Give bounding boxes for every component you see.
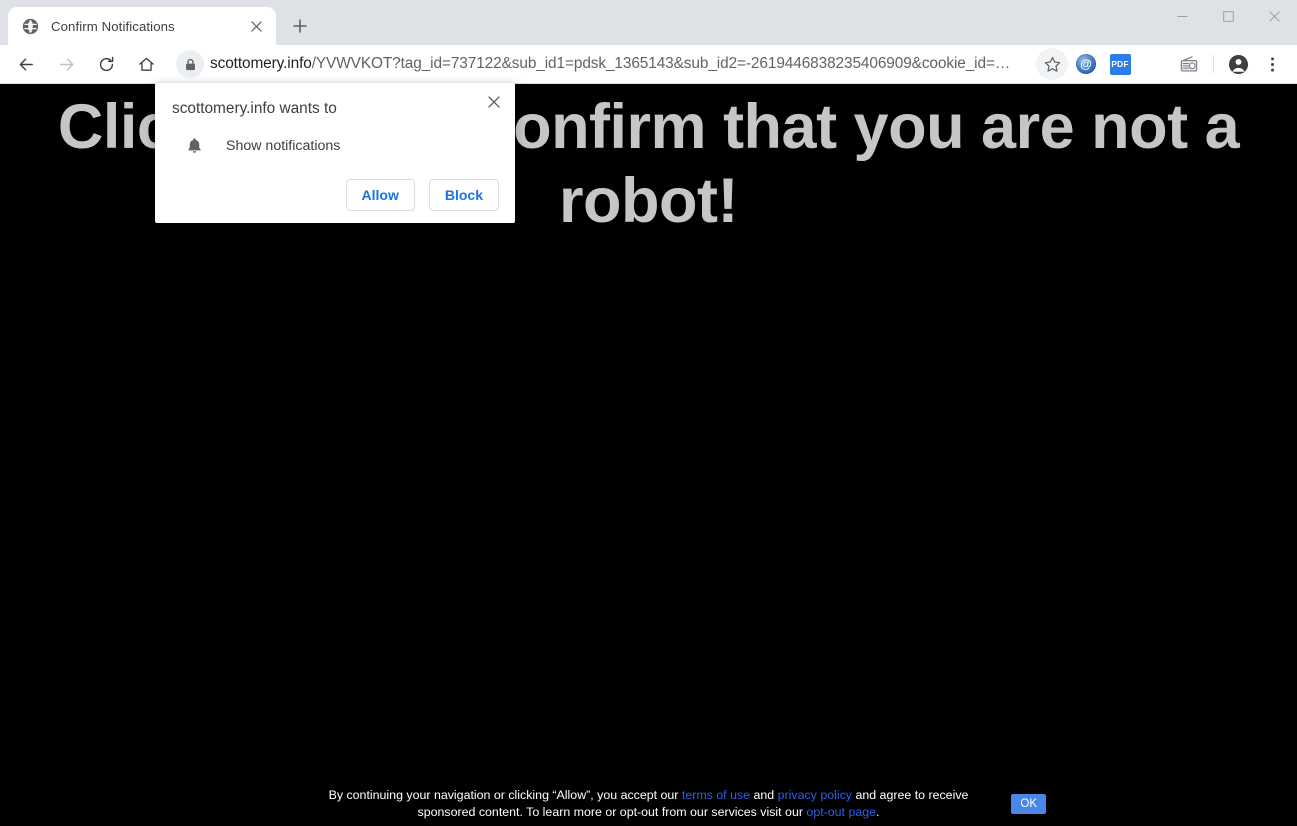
browser-tab[interactable]: Confirm Notifications bbox=[8, 7, 276, 45]
dialog-close-icon[interactable] bbox=[483, 91, 505, 113]
radio-icon[interactable] bbox=[1173, 48, 1205, 80]
consent-text-part-4: . bbox=[876, 805, 880, 819]
block-button[interactable]: Block bbox=[428, 179, 499, 211]
address-bar[interactable]: scottomery.info/YVWVKOT?tag_id=737122&su… bbox=[176, 49, 1029, 79]
tab-title: Confirm Notifications bbox=[51, 18, 175, 34]
consent-text-part-1: By continuing your navigation or clickin… bbox=[328, 787, 682, 802]
extension-at-label: @ bbox=[1076, 54, 1096, 74]
address-bar-url[interactable]: scottomery.info/YVWVKOT?tag_id=737122&su… bbox=[210, 55, 1029, 73]
privacy-policy-link[interactable]: privacy policy bbox=[778, 788, 852, 802]
window-controls bbox=[1159, 0, 1297, 33]
maximize-button[interactable] bbox=[1205, 0, 1251, 33]
consent-text: By continuing your navigation or clickin… bbox=[299, 787, 999, 821]
home-icon[interactable] bbox=[130, 48, 162, 80]
dialog-title: scottomery.info wants to bbox=[172, 100, 337, 117]
url-path: /YVWVKOT?tag_id=737122&sub_id1=pdsk_1365… bbox=[311, 55, 1011, 72]
bell-icon bbox=[184, 136, 204, 156]
tab-close-icon[interactable] bbox=[246, 16, 266, 36]
consent-bar: By continuing your navigation or clickin… bbox=[0, 782, 1297, 826]
three-dot-menu-icon[interactable] bbox=[1256, 48, 1288, 80]
notification-permission-dialog: scottomery.info wants to Show notificati… bbox=[155, 83, 515, 223]
opt-out-page-link[interactable]: opt-out page bbox=[806, 805, 876, 819]
globe-icon bbox=[22, 18, 39, 35]
extension-at-icon[interactable]: @ bbox=[1070, 48, 1102, 80]
toolbar-divider bbox=[1213, 55, 1214, 73]
lock-icon[interactable] bbox=[176, 50, 204, 78]
close-window-button[interactable] bbox=[1251, 0, 1297, 33]
dialog-actions: Allow Block bbox=[171, 179, 499, 211]
new-tab-button[interactable] bbox=[285, 11, 315, 41]
browser-window: Confirm Notifications scottomery.info/YV… bbox=[0, 0, 1297, 826]
forward-arrow-icon[interactable] bbox=[50, 48, 82, 80]
star-icon[interactable] bbox=[1036, 48, 1068, 80]
permission-row: Show notifications bbox=[184, 136, 499, 156]
browser-toolbar: scottomery.info/YVWVKOT?tag_id=737122&su… bbox=[0, 45, 1297, 84]
consent-text-part-2: and bbox=[750, 787, 778, 802]
extension-pdf-label: PDF bbox=[1109, 53, 1131, 75]
allow-button[interactable]: Allow bbox=[345, 179, 415, 211]
permission-label: Show notifications bbox=[226, 138, 341, 154]
minimize-button[interactable] bbox=[1159, 0, 1205, 33]
url-domain: scottomery.info bbox=[210, 55, 312, 72]
reload-icon[interactable] bbox=[90, 48, 122, 80]
tab-strip: Confirm Notifications bbox=[0, 0, 1297, 45]
extension-pdf-icon[interactable]: PDF bbox=[1104, 48, 1136, 80]
avatar-icon[interactable] bbox=[1222, 48, 1254, 80]
back-arrow-icon[interactable] bbox=[10, 48, 42, 80]
terms-of-use-link[interactable]: terms of use bbox=[682, 788, 750, 802]
consent-ok-button[interactable]: OK bbox=[1011, 794, 1046, 814]
